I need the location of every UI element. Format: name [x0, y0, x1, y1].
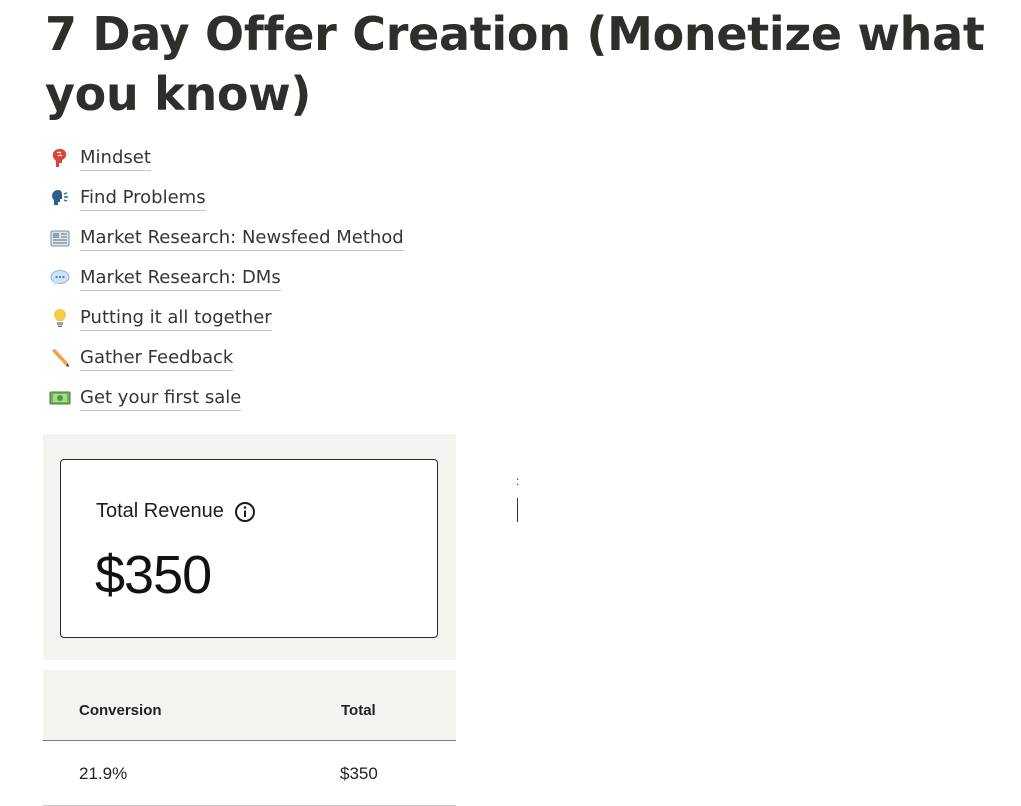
link-putting-it-together[interactable]: Putting it all together: [48, 298, 648, 338]
pencil-icon: [48, 346, 72, 370]
link-newsfeed-method[interactable]: Market Research: Newsfeed Method: [48, 218, 648, 258]
revenue-value: $350: [95, 545, 212, 605]
table-header: Conversion Total: [43, 670, 456, 741]
info-icon[interactable]: [234, 501, 256, 523]
link-label: Putting it all together: [80, 306, 272, 331]
revenue-card: Total Revenue $350: [60, 459, 438, 638]
text-cursor: [517, 498, 518, 522]
brain-head-icon: [48, 146, 72, 170]
link-list: Mindset Find Problems Market Research: N…: [48, 138, 648, 418]
colon-mark: :: [516, 474, 520, 488]
link-label: Find Problems: [80, 186, 206, 211]
link-label: Market Research: DMs: [80, 266, 281, 291]
column-header-total: Total: [341, 702, 376, 719]
revenue-label-row: Total Revenue: [96, 500, 256, 523]
table-row: 21.9% $350: [43, 741, 456, 806]
link-label: Get your first sale: [80, 386, 242, 411]
revenue-label: Total Revenue: [96, 500, 224, 522]
dollar-bill-icon: [48, 386, 72, 410]
column-header-conversion: Conversion: [79, 702, 162, 719]
newspaper-icon: [48, 226, 72, 250]
link-gather-feedback[interactable]: Gather Feedback: [48, 338, 648, 378]
link-label: Mindset: [80, 146, 151, 171]
link-find-problems[interactable]: Find Problems: [48, 178, 648, 218]
cell-total: $350: [340, 764, 378, 783]
page-title: 7 Day Offer Creation (Monetize what you …: [45, 7, 985, 121]
cell-conversion: 21.9%: [79, 764, 128, 783]
link-dms[interactable]: Market Research: DMs: [48, 258, 648, 298]
link-first-sale[interactable]: Get your first sale: [48, 378, 648, 418]
lightbulb-icon: [48, 306, 72, 330]
speaking-head-icon: [48, 186, 72, 210]
revenue-panel: Total Revenue $350: [43, 434, 456, 660]
speech-bubble-icon: [48, 266, 72, 290]
link-mindset[interactable]: Mindset: [48, 138, 648, 178]
link-label: Gather Feedback: [80, 346, 234, 371]
link-label: Market Research: Newsfeed Method: [80, 226, 404, 251]
